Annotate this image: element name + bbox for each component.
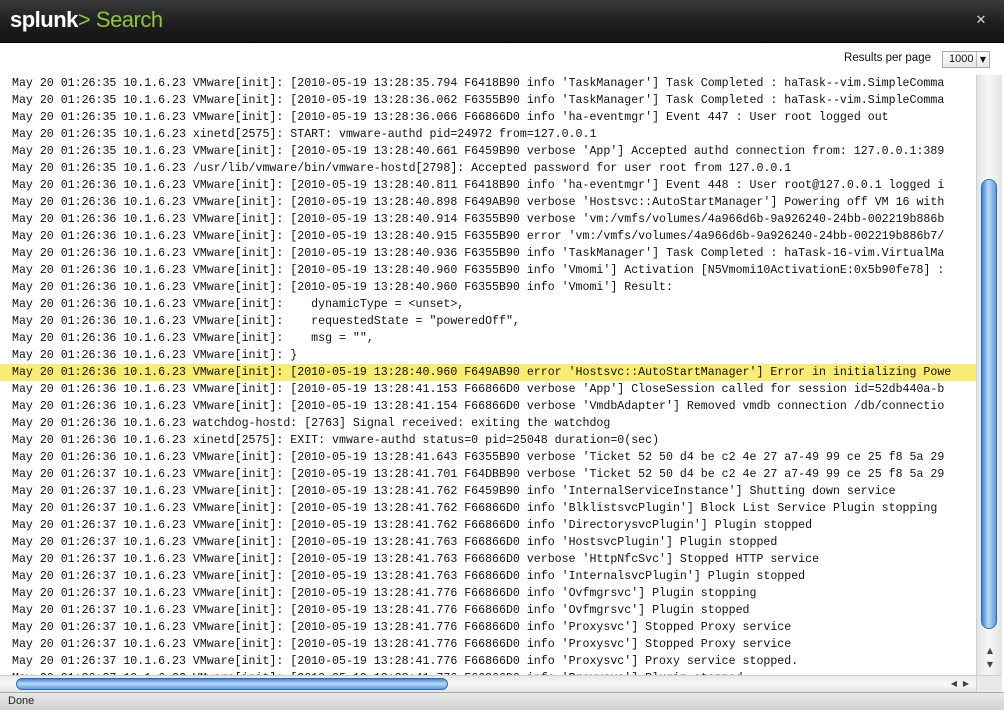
event-row[interactable]: May 20 01:26:37 10.1.6.23 VMware[init]: … [0, 517, 976, 534]
event-row[interactable]: May 20 01:26:37 10.1.6.23 VMware[init]: … [0, 551, 976, 568]
horizontal-scroll-thumb[interactable] [16, 678, 448, 690]
vertical-scroll-thumb[interactable] [981, 179, 997, 629]
scroll-up-icon[interactable]: ▲ [985, 646, 995, 656]
event-row[interactable]: May 20 01:26:36 10.1.6.23 VMware[init]: … [0, 313, 976, 330]
event-row[interactable]: May 20 01:26:37 10.1.6.23 VMware[init]: … [0, 653, 976, 670]
close-icon[interactable]: ✕ [974, 14, 988, 28]
event-row[interactable]: May 20 01:26:36 10.1.6.23 watchdog-hostd… [0, 415, 976, 432]
event-row[interactable]: May 20 01:26:35 10.1.6.23 /usr/lib/vmwar… [0, 160, 976, 177]
event-row[interactable]: May 20 01:26:37 10.1.6.23 VMware[init]: … [0, 619, 976, 636]
event-row[interactable]: May 20 01:26:36 10.1.6.23 VMware[init]: … [0, 194, 976, 211]
event-row[interactable]: May 20 01:26:36 10.1.6.23 VMware[init]: … [0, 296, 976, 313]
event-row[interactable]: May 20 01:26:37 10.1.6.23 VMware[init]: … [0, 534, 976, 551]
horizontal-scrollbar[interactable]: ◀ ▶ [0, 675, 976, 692]
event-row[interactable]: May 20 01:26:35 10.1.6.23 VMware[init]: … [0, 75, 976, 92]
event-row[interactable]: May 20 01:26:36 10.1.6.23 VMware[init]: … [0, 211, 976, 228]
event-row[interactable]: May 20 01:26:36 10.1.6.23 VMware[init]: … [0, 330, 976, 347]
brand-separator: > [77, 7, 91, 32]
event-row[interactable]: May 20 01:26:36 10.1.6.23 VMware[init]: … [0, 245, 976, 262]
event-row[interactable]: May 20 01:26:37 10.1.6.23 VMware[init]: … [0, 466, 976, 483]
scroll-down-icon[interactable]: ▼ [985, 660, 995, 670]
event-row[interactable]: May 20 01:26:37 10.1.6.23 VMware[init]: … [0, 636, 976, 653]
event-row[interactable]: May 20 01:26:37 10.1.6.23 VMware[init]: … [0, 602, 976, 619]
status-bar: Done [0, 692, 1004, 710]
event-row[interactable]: May 20 01:26:37 10.1.6.23 VMware[init]: … [0, 568, 976, 585]
event-row[interactable]: May 20 01:26:35 10.1.6.23 xinetd[2575]: … [0, 126, 976, 143]
event-row-highlighted[interactable]: May 20 01:26:36 10.1.6.23 VMware[init]: … [0, 364, 976, 381]
event-row[interactable]: May 20 01:26:36 10.1.6.23 VMware[init]: … [0, 228, 976, 245]
results-per-page-value: 1000 [949, 53, 974, 65]
event-results-list[interactable]: May 20 01:26:35 10.1.6.23 VMware[init]: … [0, 75, 976, 675]
vertical-scrollbar[interactable]: ▲ ▼ [976, 75, 1002, 675]
event-row[interactable]: May 20 01:26:35 10.1.6.23 VMware[init]: … [0, 143, 976, 160]
event-row[interactable]: May 20 01:26:36 10.1.6.23 VMware[init]: … [0, 262, 976, 279]
scroll-left-icon[interactable]: ◀ [948, 677, 960, 691]
event-row[interactable]: May 20 01:26:36 10.1.6.23 VMware[init]: … [0, 381, 976, 398]
brand-section-search: Search [95, 7, 163, 32]
event-row[interactable]: May 20 01:26:36 10.1.6.23 VMware[init]: … [0, 279, 976, 296]
results-toolbar: Results per page 1000 ▼ [0, 43, 1004, 75]
scrollbar-corner [976, 675, 1002, 692]
event-row[interactable]: May 20 01:26:37 10.1.6.23 VMware[init]: … [0, 585, 976, 602]
event-row[interactable]: May 20 01:26:36 10.1.6.23 VMware[init]: … [0, 347, 976, 364]
brand-splunk: splunk [10, 7, 78, 32]
results-per-page-select[interactable]: 1000 ▼ [942, 51, 990, 68]
event-row[interactable]: May 20 01:26:36 10.1.6.23 VMware[init]: … [0, 449, 976, 466]
event-row[interactable]: May 20 01:26:36 10.1.6.23 xinetd[2575]: … [0, 432, 976, 449]
event-row[interactable]: May 20 01:26:37 10.1.6.23 VMware[init]: … [0, 500, 976, 517]
event-row[interactable]: May 20 01:26:36 10.1.6.23 VMware[init]: … [0, 177, 976, 194]
status-text: Done [8, 695, 35, 707]
scroll-right-icon[interactable]: ▶ [960, 677, 972, 691]
chevron-down-icon: ▼ [976, 52, 989, 67]
results-per-page-label: Results per page [844, 52, 931, 64]
app-title-bar: splunk> Search ✕ [0, 0, 1004, 43]
event-row[interactable]: May 20 01:26:35 10.1.6.23 VMware[init]: … [0, 109, 976, 126]
event-row[interactable]: May 20 01:26:37 10.1.6.23 VMware[init]: … [0, 483, 976, 500]
splunk-logo[interactable]: splunk> Search [10, 7, 163, 33]
event-row[interactable]: May 20 01:26:35 10.1.6.23 VMware[init]: … [0, 92, 976, 109]
event-row[interactable]: May 20 01:26:36 10.1.6.23 VMware[init]: … [0, 398, 976, 415]
